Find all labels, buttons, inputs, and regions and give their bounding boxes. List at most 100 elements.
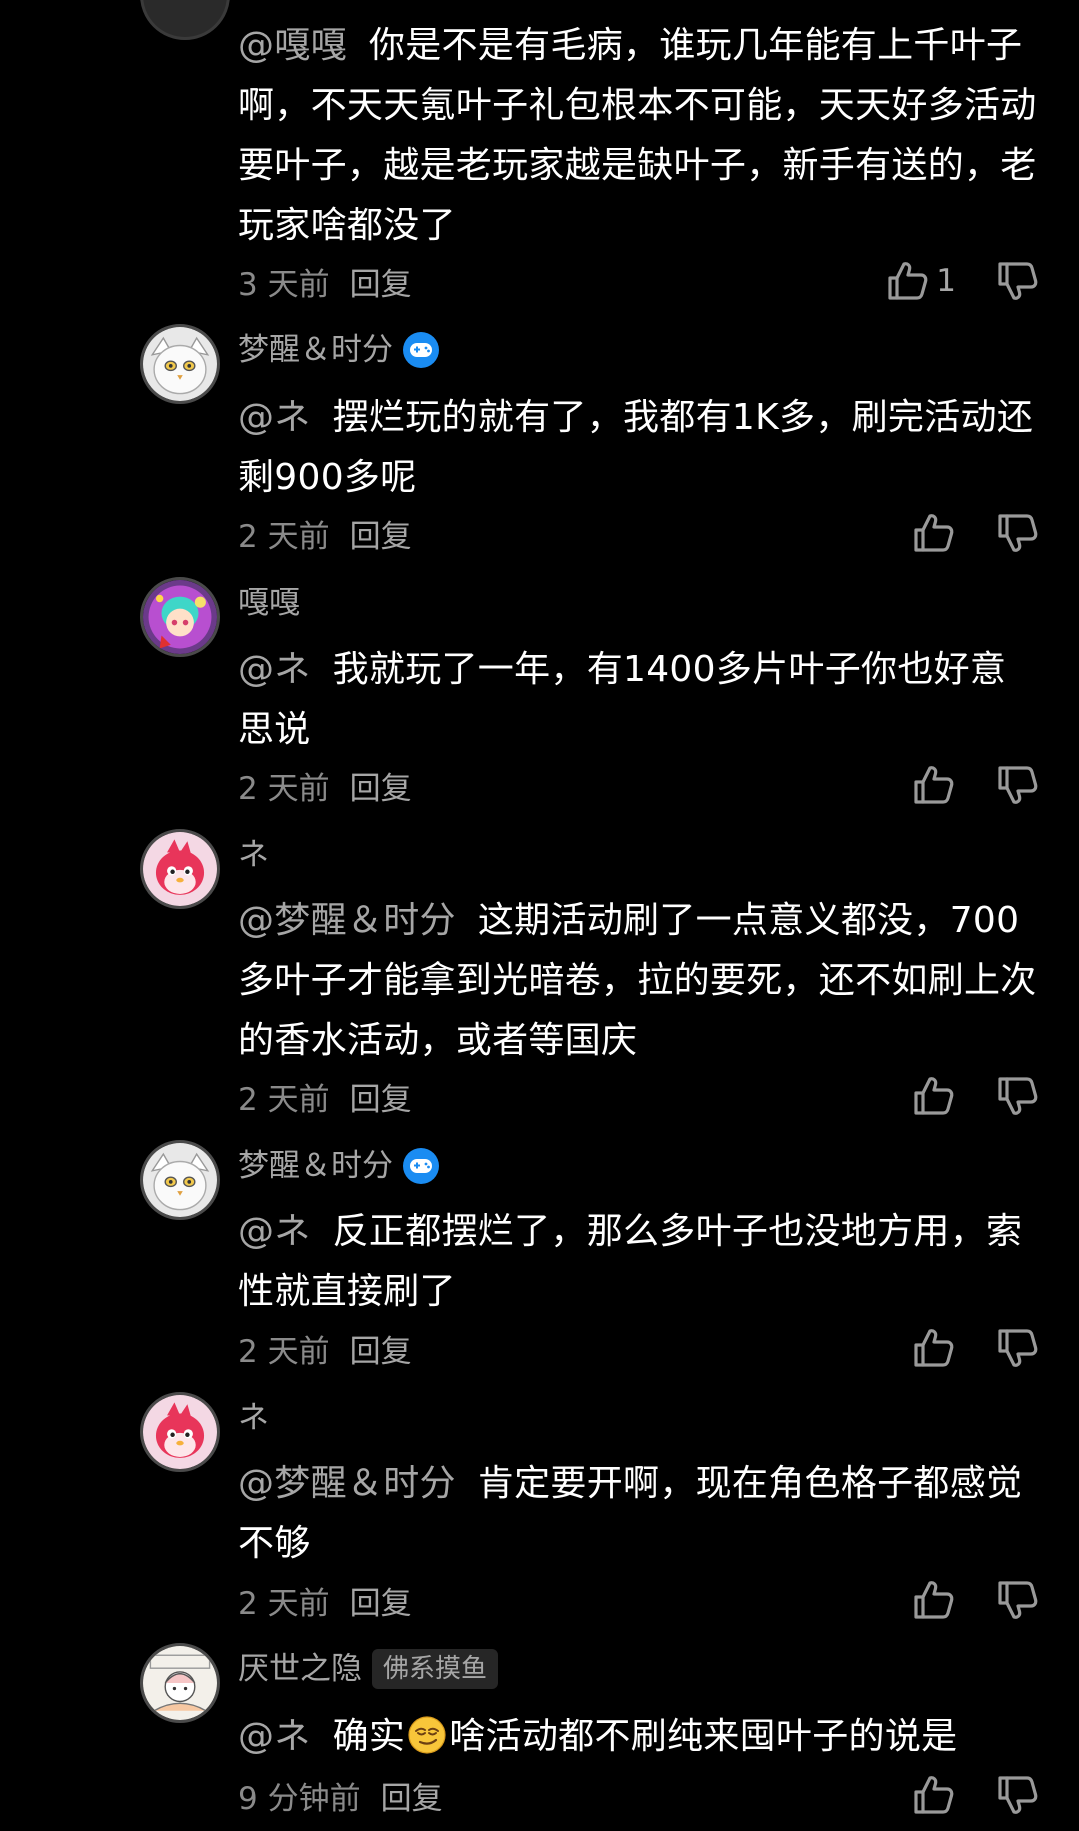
avatar[interactable] bbox=[140, 829, 220, 909]
thumbs-down-icon bbox=[996, 763, 1040, 807]
comment-time: 9 分钟前 bbox=[238, 1780, 361, 1817]
white-owl-avatar-icon bbox=[143, 1143, 217, 1217]
comment-text: @ネ 摆烂玩的就有了，我都有1K多，刷完活动还剩900多呢 bbox=[238, 388, 1038, 508]
comment-actions bbox=[870, 1767, 1040, 1823]
mention-link[interactable]: @ネ bbox=[238, 397, 311, 438]
comment-meta: 2 天前 回复 bbox=[238, 511, 412, 555]
comment-time: 3 天前 bbox=[238, 266, 330, 303]
avatar[interactable] bbox=[140, 1140, 220, 1220]
comment-body: 你是不是有毛病，谁玩几年能有上千叶子啊，不天天氪叶子礼包根本不可能，天天好多活动… bbox=[238, 25, 1037, 246]
reply-button[interactable]: 回复 bbox=[350, 1074, 412, 1119]
comment-text: @梦醒＆时分 这期活动刷了一点意义都没，700多叶子才能拿到光暗卷，拉的要死，还不… bbox=[238, 891, 1038, 1071]
thumbs-up-icon bbox=[886, 259, 930, 303]
comment-text: @嘎嘎 你是不是有毛病，谁玩几年能有上千叶子啊，不天天氪叶子礼包根本不可能，天天好… bbox=[238, 16, 1038, 256]
comment-time: 2 天前 bbox=[238, 1333, 330, 1370]
dislike-button[interactable] bbox=[996, 259, 1040, 303]
comment-actions: 1 bbox=[870, 253, 1040, 309]
dislike-button[interactable] bbox=[996, 511, 1040, 555]
reply-button[interactable]: 回复 bbox=[381, 1773, 443, 1818]
red-bird-avatar-icon bbox=[143, 1395, 217, 1469]
comment-meta: 2 天前 回复 bbox=[238, 1578, 412, 1622]
like-button[interactable] bbox=[912, 1326, 956, 1370]
thumbs-down-icon bbox=[996, 1074, 1040, 1118]
avatar[interactable] bbox=[140, 0, 230, 40]
like-button[interactable] bbox=[912, 1578, 956, 1622]
comment-text: @ネ 确实 啥活动都不刷纯来囤叶子的说是 bbox=[238, 1707, 1038, 1767]
like-button[interactable] bbox=[912, 1074, 956, 1118]
mention-link[interactable]: @ネ bbox=[238, 1716, 311, 1757]
reply-button[interactable]: 回复 bbox=[350, 511, 412, 556]
username-row: 梦醒＆时分 bbox=[238, 328, 439, 372]
thumbs-up-icon bbox=[912, 1578, 956, 1622]
comment-body-start: 确实 bbox=[332, 1716, 406, 1757]
username[interactable]: ネ bbox=[238, 1396, 269, 1440]
game-controller-icon bbox=[403, 1148, 439, 1184]
username[interactable]: 梦醒＆时分 bbox=[238, 328, 393, 372]
username[interactable]: 梦醒＆时分 bbox=[238, 1144, 393, 1188]
like-button[interactable] bbox=[912, 1773, 956, 1817]
avatar[interactable] bbox=[140, 1643, 220, 1723]
dislike-button[interactable] bbox=[996, 1074, 1040, 1118]
comment-actions bbox=[870, 1320, 1040, 1376]
username[interactable]: 厌世之隐 bbox=[238, 1647, 362, 1691]
comment-body: 摆烂玩的就有了，我都有1K多，刷完活动还剩900多呢 bbox=[238, 397, 1034, 498]
username-row: 嘎嘎 bbox=[238, 581, 300, 625]
thumbs-down-icon bbox=[996, 511, 1040, 555]
comment-time: 2 天前 bbox=[238, 1081, 330, 1118]
thumbs-down-icon bbox=[996, 1578, 1040, 1622]
comment-text: @梦醒＆时分 肯定要开啊，现在角色格子都感觉不够 bbox=[238, 1454, 1038, 1574]
thumbs-up-icon bbox=[912, 511, 956, 555]
username-row: ネ bbox=[238, 1396, 269, 1440]
sketch-character-avatar-icon bbox=[143, 1646, 217, 1720]
comment-body-end: 啥活动都不刷纯来囤叶子的说是 bbox=[449, 1716, 958, 1757]
comment-actions bbox=[870, 757, 1040, 813]
like-count: 1 bbox=[936, 263, 956, 299]
mention-link[interactable]: @梦醒＆时分 bbox=[238, 900, 456, 941]
thumbs-down-icon bbox=[996, 1773, 1040, 1817]
white-owl-avatar-icon bbox=[143, 327, 217, 401]
dislike-button[interactable] bbox=[996, 1326, 1040, 1370]
reply-button[interactable]: 回复 bbox=[350, 1326, 412, 1371]
avatar[interactable] bbox=[140, 577, 220, 657]
comment-meta: 2 天前 回复 bbox=[238, 1326, 412, 1370]
username-row: 梦醒＆时分 bbox=[238, 1144, 439, 1188]
like-button[interactable]: 1 bbox=[886, 259, 956, 303]
comment-meta: 9 分钟前 回复 bbox=[238, 1773, 443, 1817]
thumbs-down-icon bbox=[996, 1326, 1040, 1370]
dislike-button[interactable] bbox=[996, 1773, 1040, 1817]
thumbs-up-icon bbox=[912, 1074, 956, 1118]
mention-link[interactable]: @ネ bbox=[238, 649, 311, 690]
game-controller-icon bbox=[403, 332, 439, 368]
username[interactable]: 嘎嘎 bbox=[238, 581, 300, 625]
username[interactable]: ネ bbox=[238, 833, 269, 877]
comment-time: 2 天前 bbox=[238, 770, 330, 807]
dislike-button[interactable] bbox=[996, 763, 1040, 807]
thumbs-up-icon bbox=[912, 763, 956, 807]
comment-text: @ネ 我就玩了一年，有1400多片叶子你也好意思说 bbox=[238, 640, 1038, 760]
thumbs-up-icon bbox=[912, 1326, 956, 1370]
username-row: ネ bbox=[238, 833, 269, 877]
mention-link[interactable]: @梦醒＆时分 bbox=[238, 1463, 456, 1504]
user-tag-badge: 佛系摸鱼 bbox=[372, 1649, 499, 1689]
comment-meta: 2 天前 回复 bbox=[238, 1074, 412, 1118]
comment-actions bbox=[870, 1068, 1040, 1124]
comment-actions bbox=[870, 505, 1040, 561]
reply-button[interactable]: 回复 bbox=[350, 1578, 412, 1623]
mention-link[interactable]: @ネ bbox=[238, 1211, 311, 1252]
red-bird-avatar-icon bbox=[143, 832, 217, 906]
comment-feed: @嘎嘎 你是不是有毛病，谁玩几年能有上千叶子啊，不天天氪叶子礼包根本不可能，天天好… bbox=[0, 0, 1079, 1831]
reply-button[interactable]: 回复 bbox=[350, 763, 412, 808]
thumbs-up-icon bbox=[912, 1773, 956, 1817]
avatar[interactable] bbox=[140, 324, 220, 404]
dislike-button[interactable] bbox=[996, 1578, 1040, 1622]
avatar[interactable] bbox=[140, 1392, 220, 1472]
mention-link[interactable]: @嘎嘎 bbox=[238, 25, 347, 66]
reply-button[interactable]: 回复 bbox=[350, 259, 412, 304]
like-button[interactable] bbox=[912, 763, 956, 807]
smirk-face-emoji-icon bbox=[407, 1715, 447, 1755]
anime-girl-avatar-icon bbox=[143, 580, 217, 654]
comment-time: 2 天前 bbox=[238, 518, 330, 555]
like-button[interactable] bbox=[912, 511, 956, 555]
comment-time: 2 天前 bbox=[238, 1585, 330, 1622]
comment-meta: 3 天前 回复 bbox=[238, 259, 412, 303]
